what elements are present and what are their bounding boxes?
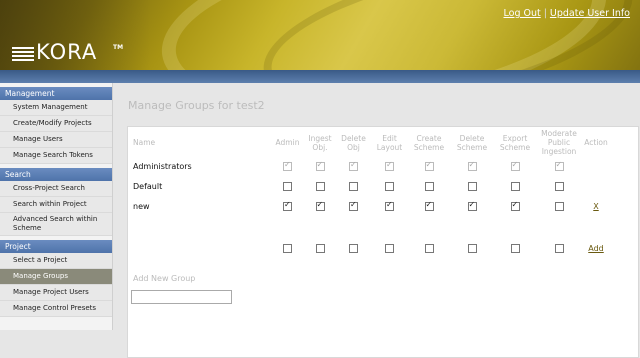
logo-text: KORA xyxy=(36,40,98,64)
sidebar-item-search-within-project[interactable]: Search within Project xyxy=(0,197,112,213)
perm-create-scheme-checkbox xyxy=(424,160,434,171)
new-perm-create-scheme[interactable] xyxy=(424,243,434,253)
add-group-row: Add xyxy=(131,238,610,258)
table-row: Default xyxy=(131,176,610,196)
logo-lines-icon xyxy=(12,47,34,62)
perm-ingest-checkbox[interactable] xyxy=(315,181,325,191)
perm-export-scheme-checkbox[interactable] xyxy=(510,181,520,191)
header-banner: KORA TM Log Out | Update User Info xyxy=(0,0,640,70)
perm-delete-obj-checkbox[interactable] xyxy=(349,181,358,191)
table-row: new X xyxy=(131,196,610,216)
perm-ingest-checkbox xyxy=(315,160,325,171)
perm-edit-layout-checkbox xyxy=(385,160,394,171)
perm-admin-checkbox xyxy=(283,160,292,171)
add-new-group-heading: Add New Group xyxy=(133,274,196,283)
perm-create-scheme-checkbox[interactable] xyxy=(424,181,434,191)
link-separator: | xyxy=(543,8,547,19)
perm-delete-obj-checkbox[interactable] xyxy=(349,200,358,211)
sidebar-item-select-project[interactable]: Select a Project xyxy=(0,253,112,269)
sidebar: Management System Management Create/Modi… xyxy=(0,83,113,330)
new-perm-delete-obj[interactable] xyxy=(349,243,358,253)
new-perm-moderate[interactable] xyxy=(554,243,564,253)
perm-export-scheme-checkbox[interactable] xyxy=(510,200,520,211)
col-delete-scheme: Delete Scheme xyxy=(456,133,488,152)
page-title: Manage Groups for test2 xyxy=(128,99,265,112)
new-perm-export-scheme[interactable] xyxy=(510,243,520,253)
sidebar-item-advanced-search[interactable]: Advanced Search within Scheme xyxy=(0,213,112,236)
sidebar-item-cross-project-search[interactable]: Cross-Project Search xyxy=(0,181,112,197)
sidebar-item-manage-control-presets[interactable]: Manage Control Presets xyxy=(0,301,112,317)
perm-ingest-checkbox[interactable] xyxy=(315,200,325,211)
group-name: new xyxy=(133,201,150,211)
perm-delete-scheme-checkbox[interactable] xyxy=(467,200,477,211)
col-action: Action xyxy=(584,138,608,147)
col-name: Name xyxy=(133,138,156,147)
header-links: Log Out | Update User Info xyxy=(504,8,631,19)
sidebar-item-manage-search-tokens[interactable]: Manage Search Tokens xyxy=(0,148,112,164)
groups-panel: Name Admin Ingest Obj. Delete Obj Edit L… xyxy=(127,126,639,358)
new-perm-admin[interactable] xyxy=(283,243,292,253)
new-perm-ingest[interactable] xyxy=(315,243,325,253)
sidebar-section-management: Management xyxy=(0,87,112,100)
new-perm-edit-layout[interactable] xyxy=(385,243,394,253)
logo-trademark: TM xyxy=(113,44,124,51)
col-admin: Admin xyxy=(275,138,300,147)
sidebar-section-project: Project xyxy=(0,240,112,253)
delete-group-link[interactable]: X xyxy=(593,202,598,211)
perm-moderate-checkbox[interactable] xyxy=(554,181,564,191)
main-content: Manage Groups for test2 Name Admin Inges… xyxy=(113,83,640,358)
perm-moderate-checkbox xyxy=(554,160,564,171)
perm-export-scheme-checkbox xyxy=(510,160,520,171)
col-export-scheme: Export Scheme xyxy=(499,133,531,152)
perm-admin-checkbox[interactable] xyxy=(283,181,292,191)
perm-admin-checkbox[interactable] xyxy=(283,200,292,211)
perm-edit-layout-checkbox[interactable] xyxy=(385,181,394,191)
add-group-link[interactable]: Add xyxy=(588,244,604,253)
sidebar-item-system-management[interactable]: System Management xyxy=(0,100,112,116)
new-perm-delete-scheme[interactable] xyxy=(467,243,477,253)
sidebar-item-manage-users[interactable]: Manage Users xyxy=(0,132,112,148)
col-moderate: Moderate Public Ingestion xyxy=(541,129,577,156)
sidebar-item-manage-groups[interactable]: Manage Groups xyxy=(0,269,112,285)
sidebar-item-create-modify-projects[interactable]: Create/Modify Projects xyxy=(0,116,112,132)
col-delete-obj: Delete Obj xyxy=(341,133,366,152)
table-header-row: Name Admin Ingest Obj. Delete Obj Edit L… xyxy=(131,129,610,156)
header-strip xyxy=(0,70,640,83)
perm-moderate-checkbox[interactable] xyxy=(554,201,564,211)
perm-delete-obj-checkbox xyxy=(349,160,358,171)
perm-delete-scheme-checkbox xyxy=(467,160,477,171)
kora-logo: KORA TM xyxy=(12,40,132,66)
update-user-info-link[interactable]: Update User Info xyxy=(550,8,630,19)
logout-link[interactable]: Log Out xyxy=(504,8,541,19)
sidebar-section-search: Search xyxy=(0,168,112,181)
col-create-scheme: Create Scheme xyxy=(413,133,445,152)
sidebar-item-manage-project-users[interactable]: Manage Project Users xyxy=(0,285,112,301)
perm-delete-scheme-checkbox[interactable] xyxy=(467,181,477,191)
col-edit-layout: Edit Layout xyxy=(376,133,403,152)
group-name: Default xyxy=(133,181,163,191)
group-name: Administrators xyxy=(133,161,192,171)
col-ingest: Ingest Obj. xyxy=(308,133,332,152)
groups-table: Name Admin Ingest Obj. Delete Obj Edit L… xyxy=(131,129,610,258)
perm-create-scheme-checkbox[interactable] xyxy=(424,200,434,211)
table-row: Administrators xyxy=(131,156,610,176)
new-group-name-input[interactable] xyxy=(131,290,232,304)
perm-edit-layout-checkbox[interactable] xyxy=(385,200,394,211)
